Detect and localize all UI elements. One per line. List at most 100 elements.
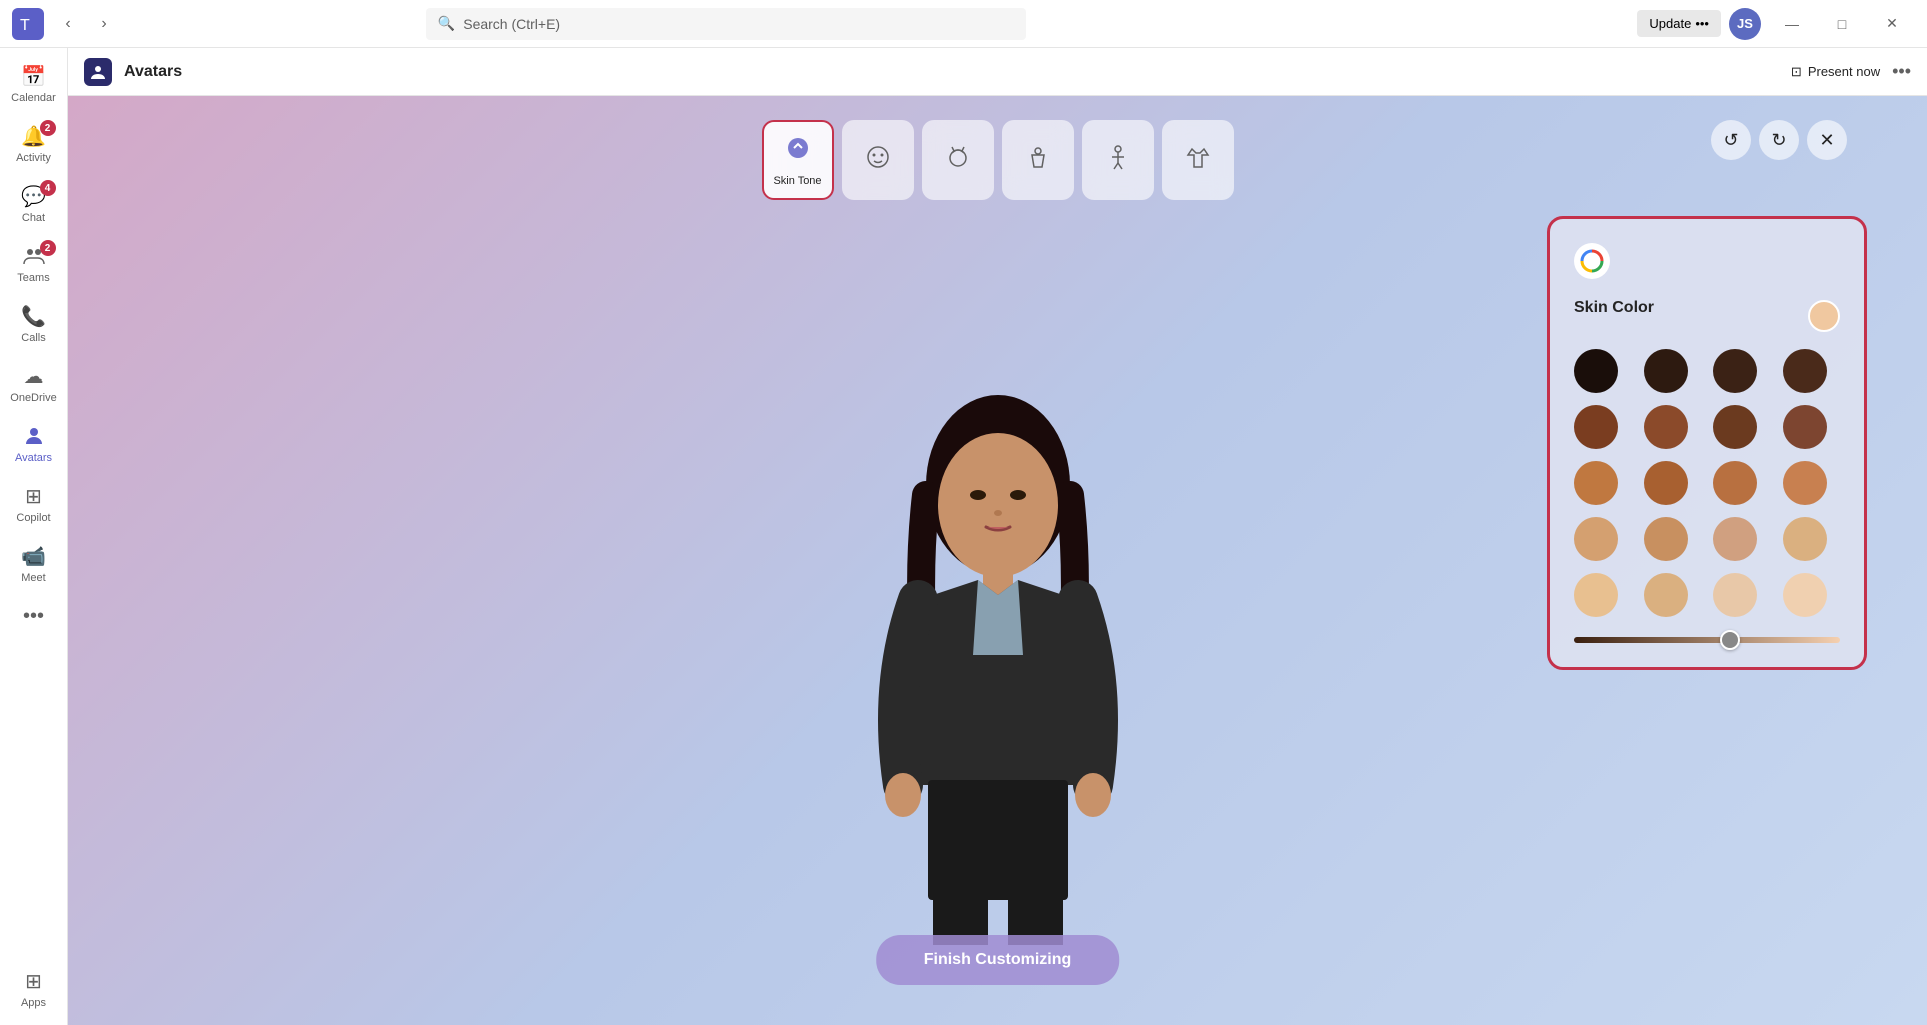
color-swatch[interactable] xyxy=(1713,573,1757,617)
redo-button[interactable]: ↻ xyxy=(1759,120,1799,160)
sidebar-item-more[interactable]: ••• xyxy=(4,596,64,636)
toolbar-body[interactable] xyxy=(1002,120,1074,200)
skin-tone-slider-thumb[interactable] xyxy=(1720,630,1740,650)
sidebar-item-calls[interactable]: 📞 Calls xyxy=(4,296,64,352)
window-controls: — □ ✕ xyxy=(1769,8,1915,40)
teams-badge: 2 xyxy=(40,240,56,256)
color-swatch[interactable] xyxy=(1783,461,1827,505)
color-swatch[interactable] xyxy=(1713,517,1757,561)
pose-icon xyxy=(1104,143,1132,178)
app-header: Avatars ⊡ Present now ••• xyxy=(68,48,1927,96)
present-now-icon: ⊡ xyxy=(1791,64,1802,80)
color-grid xyxy=(1574,349,1840,617)
color-swatch[interactable] xyxy=(1713,461,1757,505)
color-swatch[interactable] xyxy=(1783,349,1827,393)
title-bar: T ‹ › 🔍 Search (Ctrl+E) Update ••• JS — … xyxy=(0,0,1927,48)
close-button[interactable]: ✕ xyxy=(1869,8,1915,40)
skin-panel-header xyxy=(1574,243,1840,279)
search-bar[interactable]: 🔍 Search (Ctrl+E) xyxy=(426,8,1026,40)
chat-badge: 4 xyxy=(40,180,56,196)
calendar-icon: 📅 xyxy=(22,64,46,88)
toolbar-pose[interactable] xyxy=(1082,120,1154,200)
copilot-icon: ⊞ xyxy=(22,484,46,508)
calls-icon: 📞 xyxy=(22,304,46,328)
sidebar-item-activity[interactable]: 2 🔔 Activity xyxy=(4,116,64,172)
sidebar-item-calendar[interactable]: 📅 Calendar xyxy=(4,56,64,112)
nav-forward-button[interactable]: › xyxy=(88,8,120,40)
sidebar: 📅 Calendar 2 🔔 Activity 4 💬 Chat 2 Teams xyxy=(0,48,68,1025)
face-icon xyxy=(864,143,892,178)
sidebar-item-apps[interactable]: ⊞ Apps xyxy=(4,961,64,1017)
color-swatch[interactable] xyxy=(1574,405,1618,449)
sidebar-item-teams[interactable]: 2 Teams xyxy=(4,236,64,292)
avatar-toolbar: Skin Tone xyxy=(762,120,1234,200)
color-swatch[interactable] xyxy=(1783,517,1827,561)
app-layout: 📅 Calendar 2 🔔 Activity 4 💬 Chat 2 Teams xyxy=(0,48,1927,1025)
color-swatch[interactable] xyxy=(1713,405,1757,449)
color-swatch[interactable] xyxy=(1644,517,1688,561)
sidebar-item-onedrive[interactable]: ☁ OneDrive xyxy=(4,356,64,412)
color-swatch[interactable] xyxy=(1713,349,1757,393)
content-area: Avatars ⊡ Present now ••• xyxy=(68,48,1927,1025)
toolbar-outfit[interactable] xyxy=(1162,120,1234,200)
skin-title-row: Skin Color xyxy=(1574,299,1840,333)
close-avatar-button[interactable]: ✕ xyxy=(1807,120,1847,160)
color-swatch[interactable] xyxy=(1644,461,1688,505)
color-swatch[interactable] xyxy=(1574,349,1618,393)
update-button[interactable]: Update ••• xyxy=(1637,10,1721,37)
sidebar-item-label: Copilot xyxy=(16,512,50,524)
color-swatch[interactable] xyxy=(1644,349,1688,393)
nav-back-button[interactable]: ‹ xyxy=(52,8,84,40)
title-bar-left: T xyxy=(12,8,44,40)
skin-tone-slider[interactable] xyxy=(1574,637,1840,643)
apps-icon: ⊞ xyxy=(22,969,46,993)
sidebar-item-label: Chat xyxy=(22,212,45,224)
search-icon: 🔍 xyxy=(438,15,455,32)
color-swatch[interactable] xyxy=(1574,573,1618,617)
finish-customizing-button[interactable]: Finish Customizing xyxy=(876,935,1120,985)
header-more-button[interactable]: ••• xyxy=(1892,61,1911,82)
user-avatar[interactable]: JS xyxy=(1729,8,1761,40)
sidebar-item-label: Activity xyxy=(16,152,51,164)
color-swatch[interactable] xyxy=(1644,573,1688,617)
skin-panel-title: Skin Color xyxy=(1574,299,1654,317)
skin-color-panel: Skin Color xyxy=(1547,216,1867,670)
toolbar-hair[interactable] xyxy=(922,120,994,200)
present-now-button[interactable]: ⊡ Present now xyxy=(1791,64,1880,80)
page-title: Avatars xyxy=(124,63,182,81)
color-swatch[interactable] xyxy=(1783,405,1827,449)
avatar-figure xyxy=(838,365,1158,945)
maximize-button[interactable]: □ xyxy=(1819,8,1865,40)
minimize-button[interactable]: — xyxy=(1769,8,1815,40)
skin-tone-icon xyxy=(784,134,812,169)
color-swatch[interactable] xyxy=(1574,461,1618,505)
skin-panel-logo xyxy=(1574,243,1610,279)
undo-button[interactable]: ↺ xyxy=(1711,120,1751,160)
sidebar-item-label: OneDrive xyxy=(10,392,56,404)
onedrive-icon: ☁ xyxy=(22,364,46,388)
color-swatch[interactable] xyxy=(1644,405,1688,449)
sidebar-item-copilot[interactable]: ⊞ Copilot xyxy=(4,476,64,532)
avatar-svg xyxy=(838,365,1158,945)
sidebar-item-label: Teams xyxy=(17,272,49,284)
toolbar-skin-label: Skin Tone xyxy=(773,175,821,187)
sidebar-item-meet[interactable]: 📹 Meet xyxy=(4,536,64,592)
sidebar-item-avatars[interactable]: Avatars xyxy=(4,416,64,472)
app-header-right: ⊡ Present now ••• xyxy=(1791,61,1911,82)
avatars-icon xyxy=(22,424,46,448)
search-placeholder: Search (Ctrl+E) xyxy=(463,16,560,32)
app-header-icon xyxy=(84,58,112,86)
sidebar-item-label: Calendar xyxy=(11,92,56,104)
color-swatch[interactable] xyxy=(1574,517,1618,561)
sidebar-item-label: Meet xyxy=(21,572,45,584)
nav-buttons: ‹ › xyxy=(52,8,120,40)
outfit-icon xyxy=(1184,143,1212,178)
more-icon: ••• xyxy=(22,604,46,628)
skin-selected-color xyxy=(1808,300,1840,332)
color-swatch[interactable] xyxy=(1783,573,1827,617)
hair-icon xyxy=(944,143,972,178)
toolbar-face[interactable] xyxy=(842,120,914,200)
body-icon xyxy=(1024,143,1052,178)
sidebar-item-chat[interactable]: 4 💬 Chat xyxy=(4,176,64,232)
toolbar-skin-tone[interactable]: Skin Tone xyxy=(762,120,834,200)
